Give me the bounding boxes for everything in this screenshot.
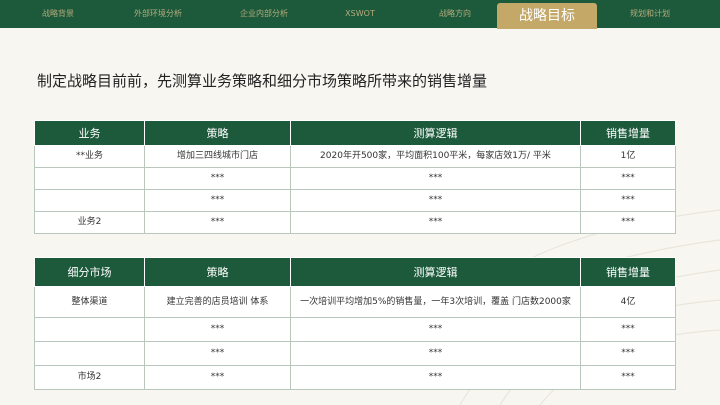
table-cell: *** — [290, 317, 581, 342]
table-cell: *** — [580, 189, 676, 212]
nav-tab-external-environment[interactable]: 外部环境分析 — [118, 0, 198, 28]
column-header-sales-increment: 销售增量 — [580, 257, 676, 287]
table-row: **业务 增加三四线城市门店 2020年开500家，平均面积100平米，每家店效… — [34, 145, 676, 168]
nav-tab-xswot[interactable]: XSWOT — [335, 0, 385, 28]
table-row: *** *** *** — [34, 317, 676, 342]
table-cell — [34, 317, 145, 342]
table-cell: *** — [290, 167, 581, 190]
table-cell: 增加三四线城市门店 — [144, 145, 291, 168]
table-cell: *** — [144, 341, 291, 366]
table-row: 业务2 *** *** *** — [34, 211, 676, 234]
table-cell: 市场2 — [34, 365, 145, 390]
business-strategy-table: 业务 策略 测算逻辑 销售增量 **业务 增加三四线城市门店 2020年开500… — [34, 120, 676, 234]
nav-tab-strategy-background[interactable]: 战略背景 — [28, 0, 88, 28]
table-cell: 整体渠道 — [34, 286, 145, 318]
table-cell: *** — [580, 341, 676, 366]
table-header-row: 细分市场 策略 测算逻辑 销售增量 — [34, 257, 676, 287]
column-header-sales-increment: 销售增量 — [580, 120, 676, 146]
table-cell: *** — [144, 365, 291, 390]
table-row: 市场2 *** *** *** — [34, 365, 676, 390]
table-cell: **业务 — [34, 145, 145, 168]
nav-tab-strategic-direction[interactable]: 战略方向 — [425, 0, 485, 28]
nav-tab-planning[interactable]: 规划和计划 — [615, 0, 685, 28]
table-cell — [34, 167, 145, 190]
table-row: *** *** *** — [34, 341, 676, 366]
market-segment-table: 细分市场 策略 测算逻辑 销售增量 整体渠道 建立完善的店员培训 体系 一次培训… — [34, 257, 676, 390]
table-cell — [34, 189, 145, 212]
nav-tab-strategic-goals[interactable]: 战略目标 — [497, 3, 597, 29]
table-cell: *** — [144, 167, 291, 190]
table-row: *** *** *** — [34, 189, 676, 212]
table-cell: 2020年开500家，平均面积100平米，每家店效1万/ 平米 — [290, 145, 581, 168]
table-cell: *** — [144, 211, 291, 234]
table-header-row: 业务 策略 测算逻辑 销售增量 — [34, 120, 676, 146]
table-cell: *** — [290, 341, 581, 366]
column-header-calculation-logic: 测算逻辑 — [290, 257, 581, 287]
column-header-business: 业务 — [34, 120, 145, 146]
table-cell: 业务2 — [34, 211, 145, 234]
top-navigation-bar: 战略背景 外部环境分析 企业内部分析 XSWOT 战略方向 战略目标 规划和计划 — [0, 0, 720, 29]
table-cell: *** — [580, 365, 676, 390]
table-cell: *** — [144, 317, 291, 342]
table-cell: *** — [290, 211, 581, 234]
table-cell: *** — [144, 189, 291, 212]
column-header-market-segment: 细分市场 — [34, 257, 145, 287]
table-cell: *** — [580, 317, 676, 342]
table-row: 整体渠道 建立完善的店员培训 体系 一次培训平均增加5%的销售量，一年3次培训，… — [34, 286, 676, 318]
table-cell: 建立完善的店员培训 体系 — [144, 286, 291, 318]
nav-tab-internal-analysis[interactable]: 企业内部分析 — [224, 0, 304, 28]
column-header-strategy: 策略 — [144, 120, 291, 146]
table-cell: *** — [580, 167, 676, 190]
table-cell: 1亿 — [580, 145, 676, 168]
table-cell: *** — [290, 189, 581, 212]
column-header-strategy: 策略 — [144, 257, 291, 287]
table-cell — [34, 341, 145, 366]
table-cell: 一次培训平均增加5%的销售量，一年3次培训，覆盖 门店数2000家 — [290, 286, 581, 318]
table-row: *** *** *** — [34, 167, 676, 190]
table-cell: *** — [580, 211, 676, 234]
page-title: 制定战略目前前，先测算业务策略和细分市场策略所带来的销售增量 — [37, 72, 488, 90]
column-header-calculation-logic: 测算逻辑 — [290, 120, 581, 146]
table-cell: 4亿 — [580, 286, 676, 318]
table-cell: *** — [290, 365, 581, 390]
